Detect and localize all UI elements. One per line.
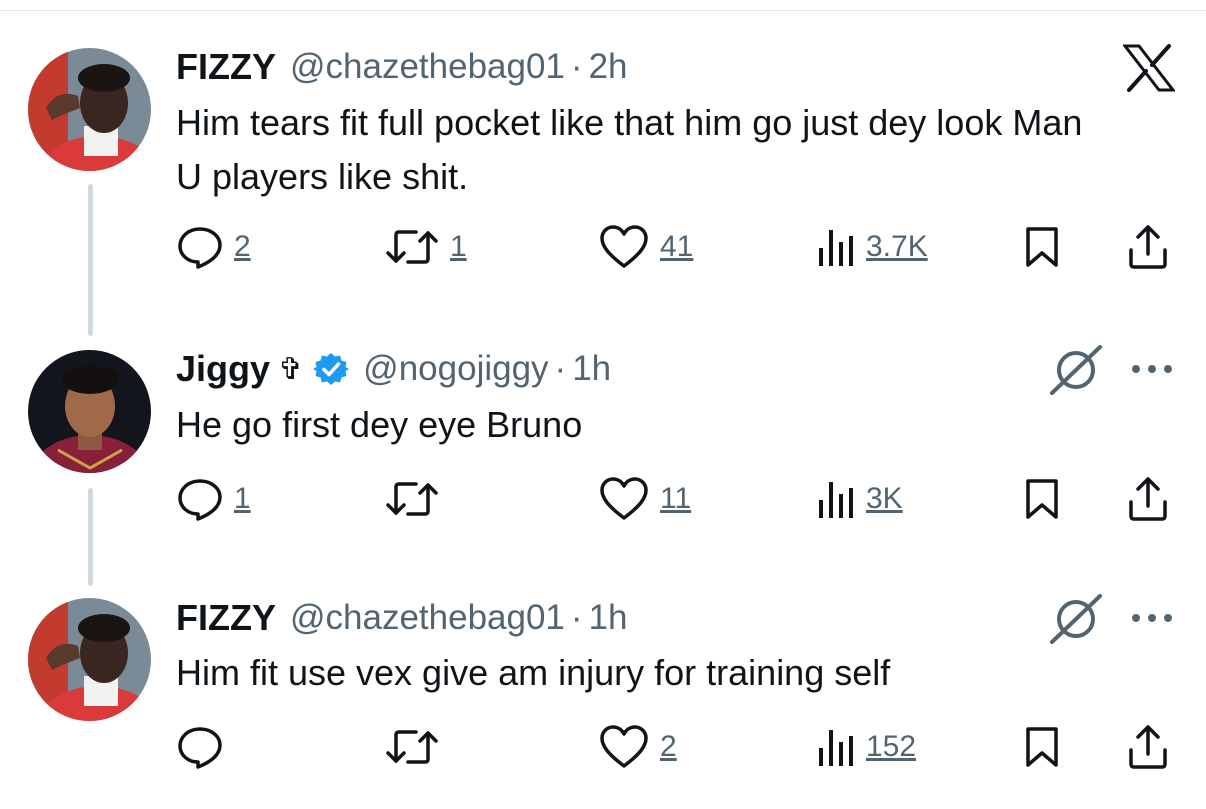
- reply-icon: [178, 727, 222, 769]
- bookmark-button[interactable]: [1024, 722, 1060, 772]
- heart-icon: [600, 725, 648, 768]
- action-bar: 2 1 41 3.7K: [176, 222, 1176, 272]
- tweet-text: Him fit use vex give am injury for train…: [176, 652, 891, 693]
- like-button[interactable]: 41: [598, 222, 693, 272]
- like-button[interactable]: 11: [598, 474, 691, 524]
- bookmark-icon: [1026, 727, 1058, 767]
- like-count: 2: [660, 730, 677, 763]
- like-button[interactable]: 2: [598, 722, 677, 772]
- separator: ·: [570, 47, 583, 86]
- repost-button[interactable]: 1: [384, 222, 467, 272]
- tweet-text: He go first dey eye Bruno: [176, 404, 583, 445]
- action-bar: 2 152: [176, 722, 1176, 772]
- display-name[interactable]: FIZZY: [176, 597, 276, 639]
- cross-symbol: ✞: [278, 352, 304, 386]
- grok-icon[interactable]: [1048, 345, 1104, 400]
- views-icon: [819, 230, 853, 266]
- tweet-text: Him tears fit full pocket like that him …: [176, 102, 1083, 197]
- bookmark-button[interactable]: [1024, 222, 1060, 272]
- thread-connector: [88, 184, 93, 336]
- share-icon: [1129, 225, 1167, 269]
- reply-button[interactable]: 2: [176, 222, 251, 272]
- bookmark-icon: [1026, 479, 1058, 519]
- reply-button[interactable]: 1: [176, 474, 251, 524]
- views-count: 3K: [866, 482, 903, 515]
- separator: ·: [570, 598, 583, 637]
- reply-count: 1: [234, 482, 251, 515]
- display-name[interactable]: Jiggy: [176, 348, 270, 390]
- heart-icon: [600, 225, 648, 268]
- repost-button[interactable]: [384, 474, 450, 524]
- reply-icon: [178, 227, 222, 269]
- avatar[interactable]: [28, 48, 151, 171]
- avatar[interactable]: [28, 350, 151, 473]
- avatar[interactable]: [28, 598, 151, 721]
- share-button[interactable]: [1126, 474, 1170, 524]
- timestamp[interactable]: 1h: [589, 598, 628, 638]
- verified-badge-icon: [313, 353, 350, 385]
- bookmark-icon: [1026, 227, 1058, 267]
- x-logo-icon[interactable]: [1121, 44, 1177, 97]
- share-icon: [1129, 477, 1167, 521]
- bookmark-button[interactable]: [1024, 474, 1060, 524]
- reply-count: 2: [234, 230, 251, 263]
- like-count: 41: [660, 230, 694, 263]
- share-button[interactable]: [1126, 222, 1170, 272]
- views-icon: [819, 730, 853, 766]
- views-count: 152: [866, 730, 917, 763]
- reply-button[interactable]: [176, 722, 234, 772]
- timestamp[interactable]: 2h: [589, 47, 628, 87]
- like-count: 11: [660, 482, 692, 515]
- repost-icon: [386, 230, 438, 264]
- views-icon: [819, 482, 853, 518]
- tweet-header: FIZZY @chazethebag01 · 2h: [176, 42, 628, 92]
- share-button[interactable]: [1126, 722, 1170, 772]
- views-button[interactable]: 152: [816, 722, 916, 772]
- separator: ·: [554, 349, 567, 388]
- repost-button[interactable]: [384, 722, 450, 772]
- repost-count: 1: [450, 230, 467, 263]
- thread-connector: [88, 488, 93, 586]
- tweet-header: Jiggy ✞ @nogojiggy · 1h: [176, 344, 611, 394]
- grok-icon[interactable]: [1048, 594, 1104, 649]
- repost-icon: [386, 482, 438, 516]
- tweet-header: FIZZY @chazethebag01 · 1h: [176, 593, 628, 643]
- action-bar: 1 11 3K: [176, 474, 1176, 524]
- timestamp[interactable]: 1h: [572, 349, 611, 389]
- share-icon: [1129, 725, 1167, 769]
- user-handle[interactable]: @nogojiggy: [363, 349, 548, 389]
- more-options-icon[interactable]: [1130, 362, 1174, 381]
- views-count: 3.7K: [866, 230, 928, 263]
- top-divider: [0, 10, 1206, 11]
- user-handle[interactable]: @chazethebag01: [290, 47, 565, 87]
- repost-icon: [386, 730, 438, 764]
- views-button[interactable]: 3K: [816, 474, 903, 524]
- reply-icon: [178, 479, 222, 521]
- heart-icon: [600, 477, 648, 520]
- views-button[interactable]: 3.7K: [816, 222, 928, 272]
- user-handle[interactable]: @chazethebag01: [290, 598, 565, 638]
- more-options-icon[interactable]: [1130, 611, 1174, 630]
- display-name[interactable]: FIZZY: [176, 46, 276, 88]
